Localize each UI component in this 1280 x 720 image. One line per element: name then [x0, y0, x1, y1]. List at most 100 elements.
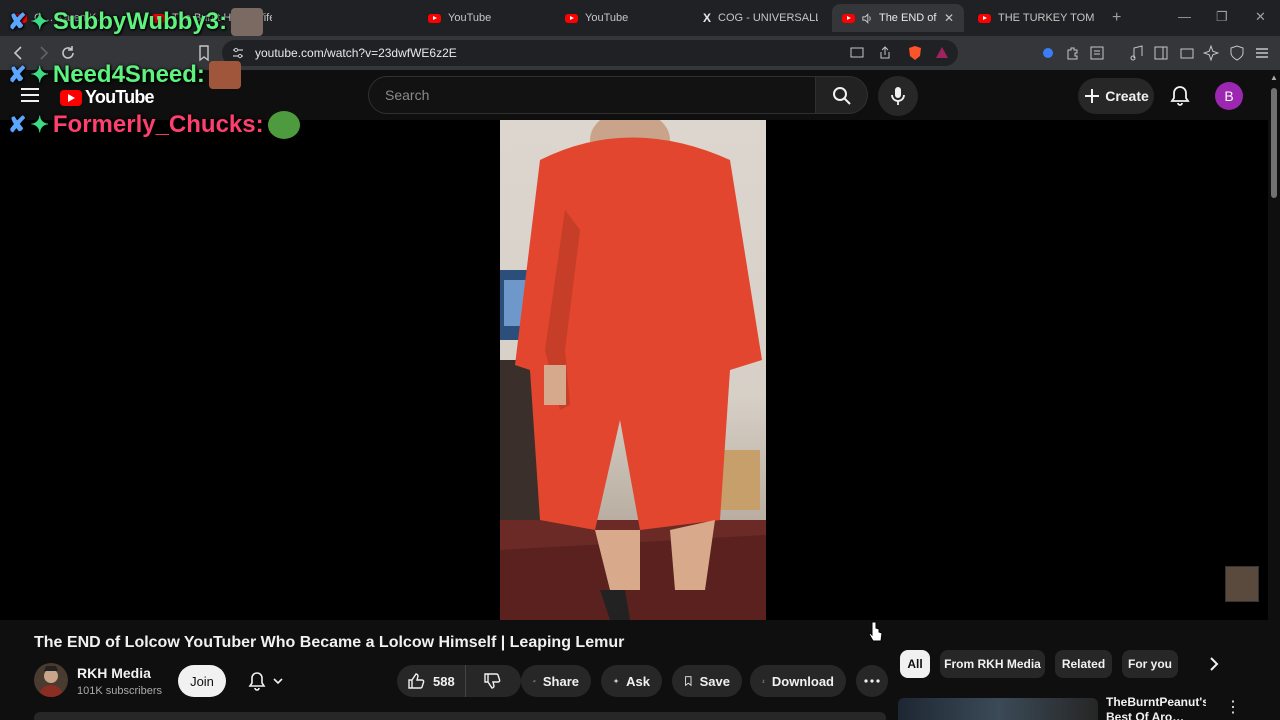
create-label: Create: [1105, 88, 1149, 104]
x-favicon-icon: X: [703, 11, 712, 25]
restore-icon[interactable]: ❐: [1216, 9, 1228, 25]
tab-title: COG - UNIVERSALLY: [718, 12, 818, 24]
channel-avatar[interactable]: [34, 663, 68, 697]
chevron-right-icon[interactable]: [1205, 655, 1223, 673]
youtube-play-icon: [60, 89, 82, 106]
channel-watermark-icon[interactable]: [1225, 566, 1259, 602]
brave-rewards-icon[interactable]: [935, 46, 949, 59]
leo-ai-icon[interactable]: [1203, 45, 1219, 61]
voice-search-button[interactable]: [878, 76, 918, 116]
bookmark-icon[interactable]: [195, 44, 213, 62]
share-label: Share: [542, 673, 579, 689]
sparkle-badge-icon: ✦: [30, 62, 49, 87]
subscription-bell-button[interactable]: [236, 665, 296, 697]
share-page-icon[interactable]: [878, 46, 892, 60]
sword-badge-icon: ✘: [8, 112, 27, 137]
share-button[interactable]: Share: [521, 665, 591, 697]
minimize-icon[interactable]: —: [1178, 9, 1191, 24]
create-button[interactable]: Create: [1078, 78, 1154, 114]
youtube-logo[interactable]: YouTube: [60, 87, 155, 108]
sparkle-badge-icon: ✦: [30, 112, 49, 137]
youtube-favicon-icon: [565, 13, 578, 23]
video-content-image: [500, 120, 766, 620]
chip-related[interactable]: Related: [1055, 650, 1112, 678]
browser-tab[interactable]: X COG - UNIVERSALLY: [703, 4, 818, 32]
chip-all[interactable]: All: [900, 650, 930, 678]
more-actions-button[interactable]: [856, 665, 888, 697]
more-vertical-icon[interactable]: ⋮: [1225, 697, 1241, 717]
tab-close-icon[interactable]: ✕: [944, 11, 954, 25]
mouse-cursor-icon: [868, 621, 883, 642]
notifications-bell-icon[interactable]: [1170, 85, 1190, 107]
recommended-video-thumbnail[interactable]: [898, 698, 1098, 720]
wallet-icon[interactable]: [1179, 45, 1195, 61]
recommended-video-title[interactable]: TheBurntPeanut's Best Of Aro…: [1106, 695, 1206, 720]
extension-blue-icon[interactable]: [1040, 45, 1056, 61]
sword-badge-icon: ✘: [8, 62, 27, 87]
cast-icon[interactable]: [850, 46, 864, 60]
reload-icon[interactable]: [59, 44, 77, 62]
browser-tab[interactable]: YouTube: [565, 4, 685, 32]
reader-icon[interactable]: [1089, 45, 1105, 61]
tab-title: YouTube: [448, 12, 492, 24]
like-button[interactable]: 588: [397, 665, 466, 697]
url-text: youtube.com/watch?v=23dwfWE6z2E: [255, 46, 457, 60]
dislike-button[interactable]: [473, 665, 511, 697]
scrollbar-thumb[interactable]: [1271, 88, 1277, 198]
browser-menu-icon[interactable]: [1254, 45, 1270, 61]
video-player[interactable]: [0, 120, 1268, 642]
more-horizontal-icon: [864, 679, 880, 683]
back-icon[interactable]: [10, 44, 28, 62]
browser-tab-active[interactable]: The END of Lo ✕: [832, 4, 964, 32]
sword-badge-icon: ✘: [8, 9, 27, 34]
ask-button[interactable]: Ask: [601, 665, 662, 697]
description-box[interactable]: [34, 712, 886, 720]
forward-icon[interactable]: [34, 44, 52, 62]
vpn-icon[interactable]: [1229, 45, 1245, 61]
media-control-icon[interactable]: [1129, 45, 1145, 61]
search-input[interactable]: [383, 86, 807, 104]
search-button[interactable]: [816, 76, 868, 114]
chat-username: Formerly_Chucks:: [52, 111, 264, 138]
channel-subscribers: 101K subscribers: [77, 685, 162, 697]
chat-overlay-line: ✘ ✦ SubbyWubby3:: [8, 8, 264, 36]
chat-overlay-line: ✘ ✦ Need4Sneed:: [8, 61, 241, 89]
window-close-icon[interactable]: ✕: [1255, 9, 1266, 25]
chat-overlay-line: ✘ ✦ Formerly_Chucks:: [8, 111, 300, 139]
download-icon: [762, 679, 765, 683]
search-box: [368, 76, 816, 114]
video-title: The END of Lolcow YouTuber Who Became a …: [34, 634, 625, 651]
chevron-down-icon: [273, 678, 283, 685]
address-bar[interactable]: youtube.com/watch?v=23dwfWE6z2E: [222, 40, 958, 66]
like-count: 588: [433, 673, 455, 689]
tab-title: The END of Lo: [878, 12, 937, 24]
sparkle-badge-icon: ✦: [30, 9, 49, 34]
youtube-favicon-icon: [842, 13, 855, 23]
chip-from-channel[interactable]: From RKH Media: [940, 650, 1045, 678]
site-settings-icon[interactable]: [232, 47, 244, 59]
download-button[interactable]: Download: [750, 665, 846, 697]
brave-shields-icon[interactable]: [908, 45, 922, 61]
extensions-icon[interactable]: [1065, 45, 1081, 61]
emote-icon: [208, 61, 241, 89]
save-button[interactable]: Save: [672, 665, 742, 697]
join-button[interactable]: Join: [178, 665, 226, 697]
page-scrollbar[interactable]: ▲: [1268, 70, 1280, 720]
tab-title: YouTube: [585, 12, 629, 24]
sidebar-icon[interactable]: [1153, 45, 1169, 61]
microphone-icon: [891, 87, 905, 105]
chat-username: SubbyWubby3:: [52, 8, 228, 35]
speaker-icon: [862, 12, 871, 24]
new-tab-icon[interactable]: +: [1112, 9, 1121, 27]
scroll-up-icon[interactable]: ▲: [1270, 73, 1278, 82]
emote-icon: [231, 8, 264, 36]
browser-tab[interactable]: YouTube: [428, 4, 548, 32]
sparkle-icon: [613, 678, 619, 684]
thumbs-down-icon: [484, 673, 501, 689]
channel-avatar-image: [38, 666, 64, 697]
channel-name[interactable]: RKH Media: [77, 665, 151, 681]
chip-for-you[interactable]: For you: [1122, 650, 1178, 678]
browser-tab[interactable]: THE TURKEY TOM SI: [978, 4, 1098, 32]
search-icon: [833, 87, 851, 105]
account-avatar[interactable]: B: [1215, 82, 1243, 110]
